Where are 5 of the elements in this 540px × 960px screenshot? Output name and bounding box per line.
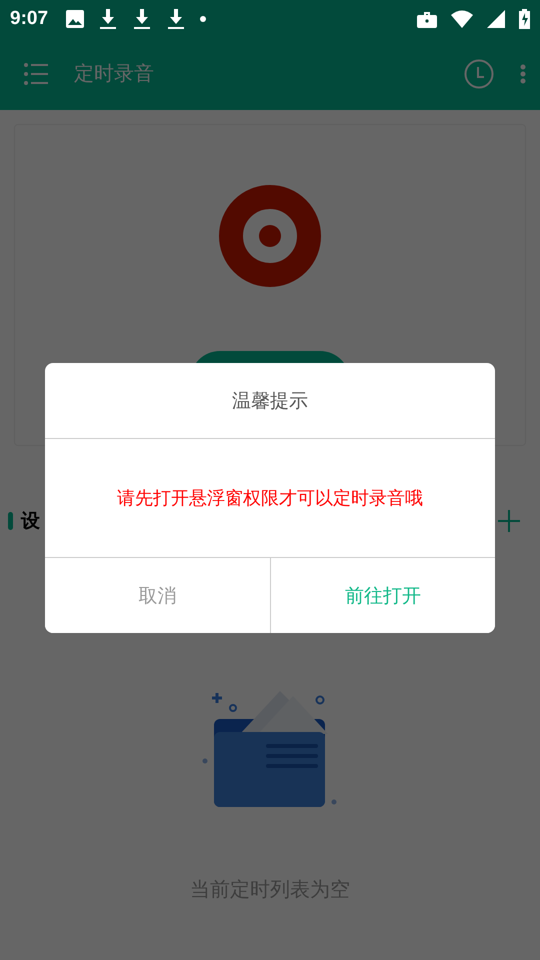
section-title: 设 bbox=[21, 509, 41, 534]
status-time: 9:07 bbox=[10, 8, 48, 30]
confirm-button[interactable]: 前往打开 bbox=[270, 558, 495, 633]
app-title: 定时录音 bbox=[74, 60, 155, 87]
dialog-title: 温馨提示 bbox=[45, 363, 495, 439]
